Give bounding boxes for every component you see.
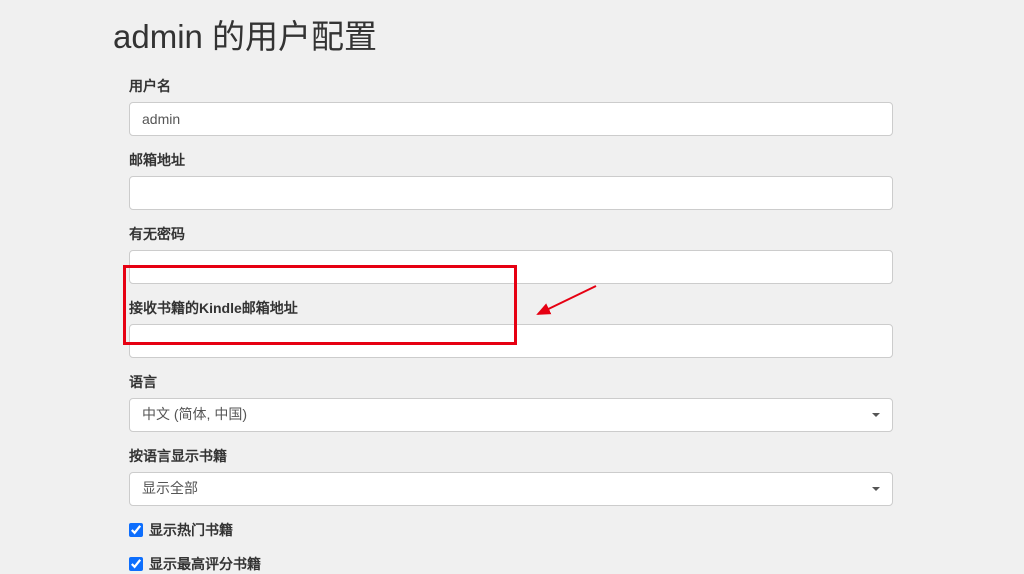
email-input[interactable] [129, 176, 893, 210]
show-hot-checkbox[interactable] [129, 523, 143, 537]
language-label: 语言 [129, 372, 905, 392]
username-label: 用户名 [129, 76, 905, 96]
password-input[interactable] [129, 250, 893, 284]
username-input[interactable] [129, 102, 893, 136]
kindle-email-input[interactable] [129, 324, 893, 358]
page-title: admin 的用户配置 [113, 10, 905, 58]
show-hot-label: 显示热门书籍 [149, 520, 233, 540]
language-select[interactable]: 中文 (简体, 中国) [129, 398, 893, 432]
books-language-select[interactable]: 显示全部 [129, 472, 893, 506]
books-language-label: 按语言显示书籍 [129, 446, 905, 466]
show-top-rated-checkbox[interactable] [129, 557, 143, 571]
kindle-email-label: 接收书籍的Kindle邮箱地址 [129, 298, 905, 318]
email-label: 邮箱地址 [129, 150, 905, 170]
show-top-rated-label: 显示最高评分书籍 [149, 554, 261, 574]
password-label: 有无密码 [129, 224, 905, 244]
